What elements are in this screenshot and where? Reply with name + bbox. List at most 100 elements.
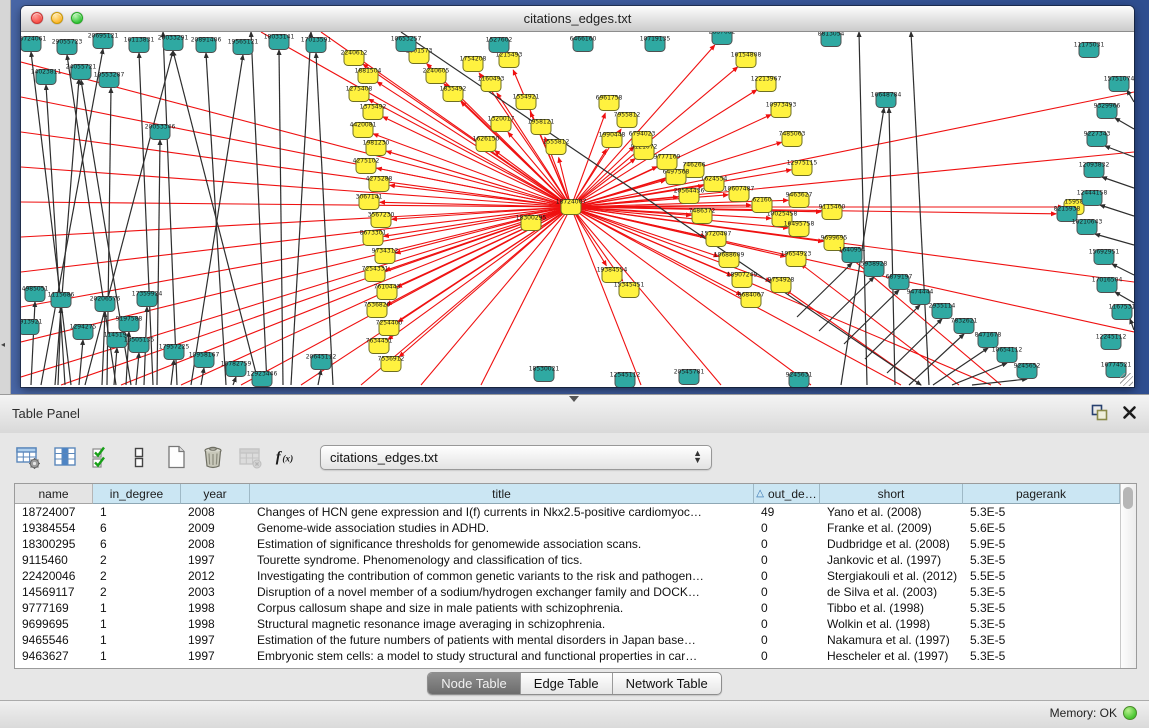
graph-node[interactable]: 7536912 [378, 356, 405, 372]
graph-node[interactable]: 20053346 [145, 124, 176, 140]
table-cell[interactable]: 1997 [181, 633, 250, 647]
delete-table-button[interactable] [199, 443, 227, 471]
table-cell[interactable]: 9777169 [15, 601, 93, 615]
graph-node[interactable]: 17016504 [1092, 277, 1123, 293]
graph-node[interactable]: 5938928 [861, 261, 888, 277]
table-cell[interactable]: Wolkin et al. (1998) [820, 617, 963, 631]
graph-node[interactable]: 7610443 [374, 284, 401, 300]
graph-node[interactable]: 62160 [752, 197, 772, 213]
graph-node[interactable]: 16210643 [1072, 219, 1103, 235]
float-panel-icon[interactable] [1091, 404, 1108, 426]
graph-node[interactable]: 9329966 [1094, 103, 1121, 119]
column-header-name[interactable]: name [15, 484, 93, 504]
table-cell[interactable]: Estimation of the future numbers of pati… [250, 633, 754, 647]
table-row[interactable]: 1872400712008Changes of HCN gene express… [15, 504, 1120, 520]
table-cell[interactable]: 0 [754, 537, 820, 551]
table-cell[interactable]: 18300295 [15, 537, 93, 551]
close-window-button[interactable] [31, 12, 43, 24]
graph-node[interactable]: 19565121 [228, 39, 259, 55]
table-cell[interactable]: 0 [754, 585, 820, 599]
table-cell[interactable]: Corpus callosum shape and size in male p… [250, 601, 754, 615]
graph-node[interactable]: 2240605 [423, 68, 450, 84]
graph-node[interactable]: 1981230 [363, 140, 390, 156]
table-cell[interactable]: de Silva et al. (2003) [820, 585, 963, 599]
graph-node[interactable]: 6497568 [663, 169, 690, 185]
graph-node[interactable]: 7254400 [376, 320, 403, 336]
graph-node[interactable]: 8673301 [360, 230, 387, 246]
graph-node[interactable]: 7955812 [614, 112, 641, 128]
graph-node[interactable]: 9227343 [1084, 131, 1111, 147]
graph-node[interactable]: 19654923 [781, 251, 812, 267]
graph-node[interactable]: 9734312 [372, 248, 399, 264]
graph-node[interactable]: 20564436 [674, 188, 705, 204]
graph-node[interactable]: 1375492 [360, 104, 387, 120]
graph-node[interactable]: 1320017 [488, 116, 515, 132]
graph-node[interactable]: 2935114 [929, 303, 956, 319]
graph-node[interactable]: 8684067 [738, 292, 765, 308]
table-row[interactable]: 911546021997Tourette syndrome. Phenomeno… [15, 552, 1120, 568]
table-cell[interactable]: 5.3E-5 [963, 633, 1120, 647]
graph-node[interactable]: 9777169 [654, 154, 681, 170]
graph-node[interactable]: 18033141 [264, 34, 295, 50]
table-source-dropdown[interactable]: citations_edges.txt ▲▼ [320, 445, 712, 470]
table-cell[interactable]: Jankovic et al. (1997) [820, 553, 963, 567]
table-cell[interactable]: 1 [93, 649, 181, 663]
graph-node[interactable]: 6879197 [886, 274, 913, 290]
table-cell[interactable]: 5.3E-5 [963, 553, 1120, 567]
table-cell[interactable]: 9465546 [15, 633, 93, 647]
table-cell[interactable]: 1997 [181, 553, 250, 567]
graph-node[interactable]: 20033291 [158, 35, 189, 51]
graph-node[interactable]: 15751074 [1104, 76, 1134, 92]
select-all-columns-button[interactable] [88, 443, 116, 471]
table-cell[interactable]: 0 [754, 649, 820, 663]
table-cell[interactable]: Investigating the contribution of common… [250, 569, 754, 583]
graph-node[interactable]: 9245631 [786, 372, 813, 388]
table-settings-button[interactable] [14, 443, 42, 471]
graph-node[interactable]: 20695121 [88, 33, 119, 49]
graph-node[interactable]: 12245112 [1096, 334, 1127, 350]
graph-node[interactable]: 4985051 [22, 286, 49, 302]
table-cell[interactable]: 5.3E-5 [963, 649, 1120, 663]
graph-node[interactable]: 1624554 [701, 176, 728, 192]
graph-node[interactable]: 1167531 [1109, 304, 1134, 320]
table-cell[interactable]: 9699695 [15, 617, 93, 631]
graph-node[interactable]: 7832621 [951, 318, 978, 334]
graph-node[interactable]: 10553287 [94, 72, 125, 88]
import-table-button[interactable] [236, 443, 264, 471]
graph-node[interactable]: 12213967 [751, 76, 782, 92]
table-cell[interactable]: 0 [754, 553, 820, 567]
graph-node[interactable]: 1160493 [478, 76, 505, 92]
graph-node[interactable]: 16154808 [731, 52, 762, 68]
graph-node[interactable]: 7634451 [366, 338, 393, 354]
table-cell[interactable]: Tibbo et al. (1998) [820, 601, 963, 615]
table-row[interactable]: 1938455462009Genome-wide association stu… [15, 520, 1120, 536]
table-cell[interactable]: 18724007 [15, 505, 93, 519]
graph-node[interactable]: 1115686 [48, 292, 75, 308]
table-cell[interactable]: 1 [93, 633, 181, 647]
table-cell[interactable]: 5.3E-5 [963, 617, 1120, 631]
table-cell[interactable]: Tourette syndrome. Phenomenology and cla… [250, 553, 754, 567]
graph-node[interactable]: 6961758 [596, 95, 623, 111]
table-cell[interactable]: Embryonic stem cells: a model to study s… [250, 649, 754, 663]
graph-node[interactable]: 17013591 [301, 37, 332, 53]
graph-node[interactable]: 10958167 [189, 352, 220, 368]
tab-node-table[interactable]: Node Table [428, 673, 521, 694]
graph-node[interactable]: 9754928 [768, 277, 795, 293]
table-cell[interactable]: 1 [93, 601, 181, 615]
graph-node[interactable]: 1527602 [486, 37, 513, 53]
table-cell[interactable]: 2012 [181, 569, 250, 583]
graph-node[interactable]: 15692951 [1089, 249, 1120, 265]
column-header-year[interactable]: year [181, 484, 250, 504]
graph-node[interactable]: 17957225 [159, 344, 190, 360]
select-rows-button[interactable] [125, 443, 153, 471]
graph-node[interactable]: 7536820 [364, 302, 391, 318]
table-cell[interactable]: 1998 [181, 617, 250, 631]
table-cell[interactable]: Genome-wide association studies in ADHD. [250, 521, 754, 535]
show-columns-button[interactable] [51, 443, 79, 471]
graph-node[interactable]: 3067141 [356, 194, 383, 210]
graph-node[interactable]: 2887682 [709, 32, 736, 45]
graph-node[interactable]: 8471678 [975, 332, 1002, 348]
table-cell[interactable]: Disruption of a novel member of a sodium… [250, 585, 754, 599]
graph-node[interactable]: 10688609 [714, 252, 745, 268]
table-cell[interactable]: Dudbridge et al. (2008) [820, 537, 963, 551]
